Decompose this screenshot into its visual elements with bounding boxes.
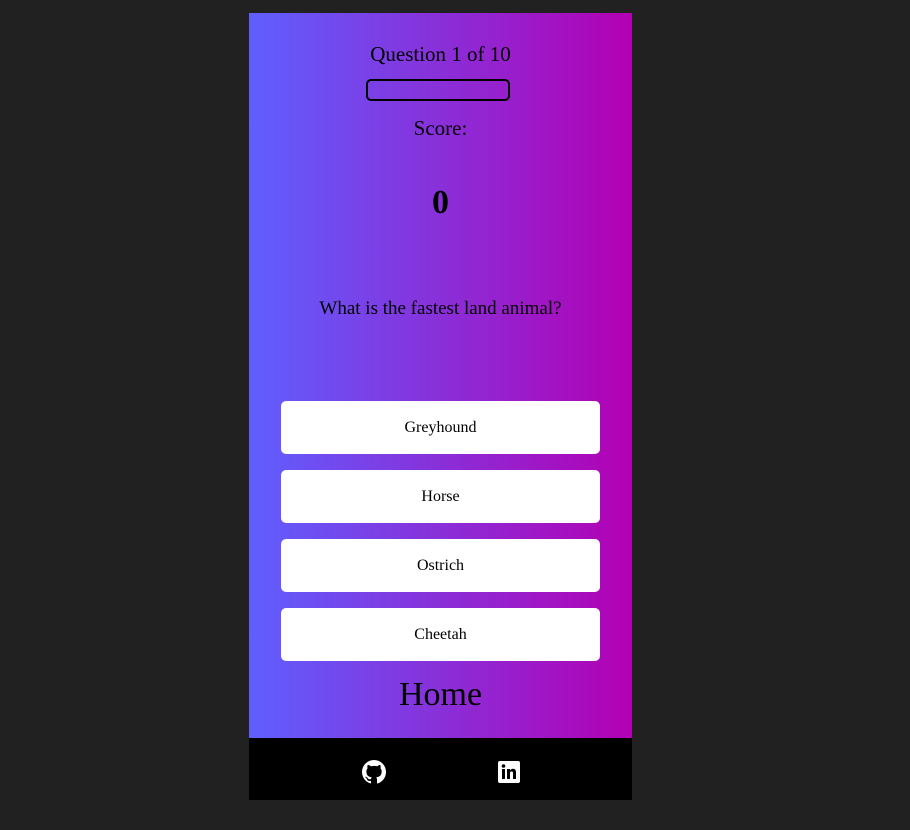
linkedin-icon[interactable]	[497, 760, 521, 784]
score-label: Score:	[413, 116, 468, 140]
question-text: What is the fastest land animal?	[319, 298, 562, 319]
footer	[249, 738, 632, 800]
quiz-app: Question 1 of 10 Score: 0 What is the fa…	[249, 13, 632, 800]
answer-button-cheetah[interactable]: Cheetah	[281, 608, 600, 661]
answer-button-greyhound[interactable]: Greyhound	[281, 401, 600, 454]
home-link[interactable]: Home	[249, 676, 632, 714]
question-counter: Question 1 of 10	[370, 42, 511, 66]
answer-button-horse[interactable]: Horse	[281, 470, 600, 523]
github-icon[interactable]	[362, 760, 386, 784]
answer-button-ostrich[interactable]: Ostrich	[281, 539, 600, 592]
quiz-panel: Question 1 of 10 Score: 0 What is the fa…	[249, 13, 632, 738]
progress-bar	[366, 79, 510, 101]
score-value: 0	[432, 184, 449, 221]
